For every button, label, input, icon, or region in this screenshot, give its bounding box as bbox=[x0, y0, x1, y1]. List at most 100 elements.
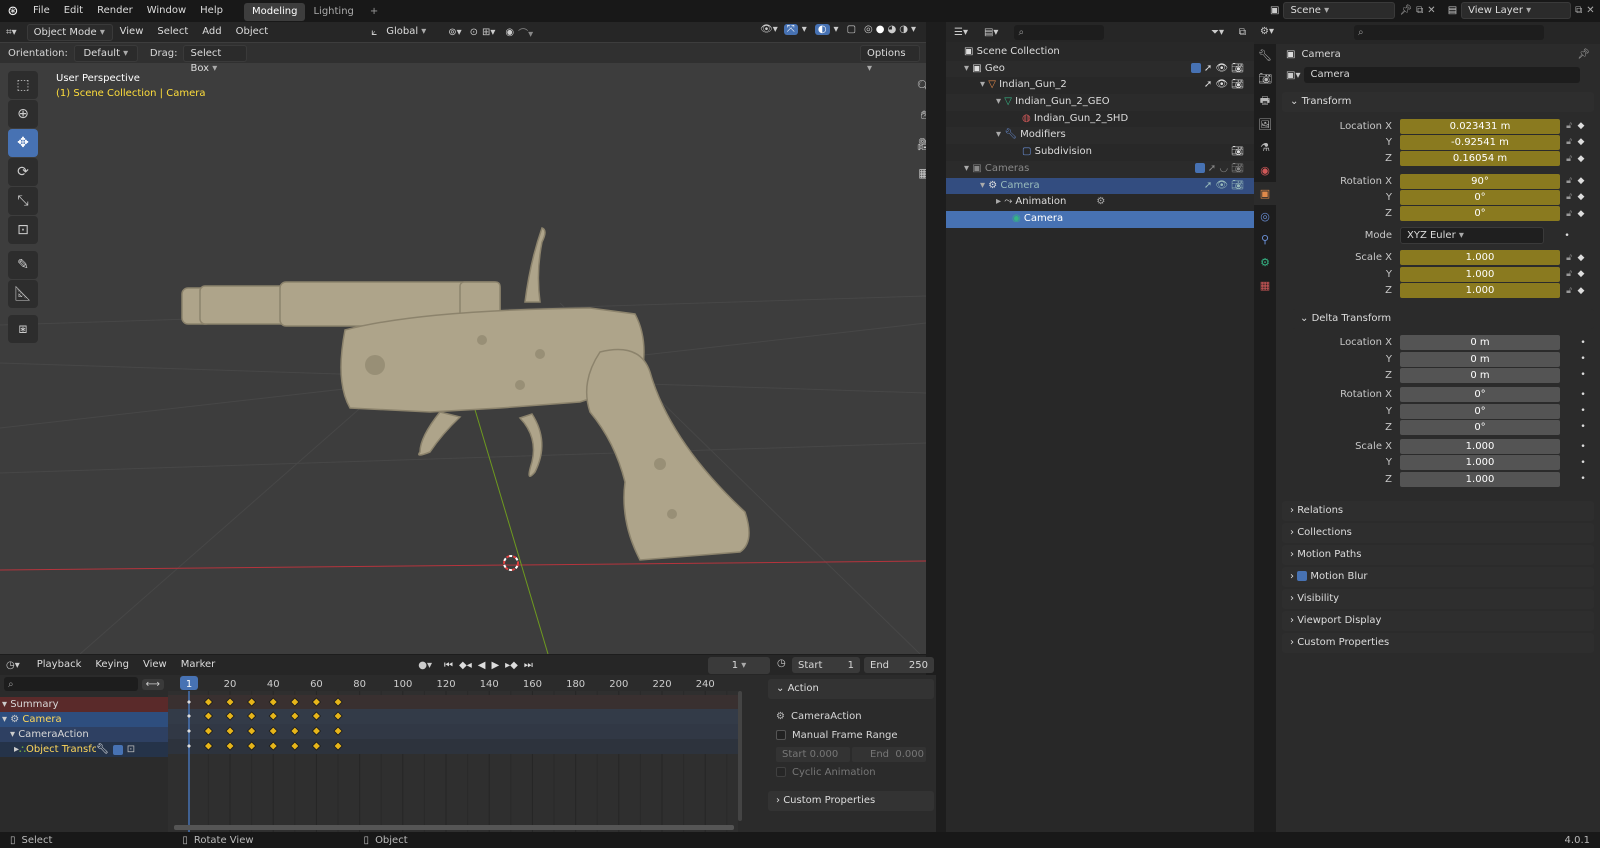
delta-scale-z-field[interactable]: 1.000 bbox=[1400, 471, 1560, 487]
delta-scale-x-field[interactable]: 1.000 bbox=[1400, 439, 1560, 455]
lock-icon[interactable]: 🔓︎ bbox=[1562, 137, 1576, 147]
gizmo-dropdown-icon[interactable]: ▾ bbox=[802, 24, 807, 35]
action-panel-header[interactable]: ⌄ Action bbox=[768, 679, 934, 699]
menu-timeline-view[interactable]: View bbox=[136, 654, 174, 676]
collapse-icon[interactable]: ▾ bbox=[980, 180, 988, 191]
annotate-tool-icon[interactable]: ✎ bbox=[8, 251, 38, 279]
collapse-icon[interactable]: ▾ bbox=[2, 699, 10, 710]
scene-selector[interactable]: Scene bbox=[1283, 2, 1396, 19]
camera-data-tab-icon[interactable]: ⚙︎ bbox=[1254, 251, 1276, 274]
overlays-icon[interactable]: ◐ bbox=[814, 24, 830, 35]
view-layer-tab-icon[interactable]: 🖼︎ bbox=[1254, 113, 1276, 136]
lock-icon[interactable]: 🔓︎ bbox=[1562, 176, 1576, 186]
properties-search-input[interactable]: ⌕ bbox=[1354, 25, 1544, 40]
collapse-icon[interactable]: ▾ bbox=[996, 96, 1004, 107]
collapse-icon[interactable]: ▾ bbox=[10, 729, 18, 740]
channel-enable-checkbox[interactable] bbox=[112, 744, 123, 755]
delta-transform-panel-header[interactable]: ⌄ Delta Transform bbox=[1292, 308, 1594, 329]
action-name[interactable]: CameraAction bbox=[791, 711, 862, 722]
tool-tab-icon[interactable]: 🔧︎ bbox=[1254, 44, 1276, 67]
keyframe-icon[interactable]: ◆ bbox=[1576, 192, 1586, 202]
scene-tab-icon[interactable]: ⚗ bbox=[1254, 136, 1276, 159]
texture-tab-icon[interactable]: ▦ bbox=[1254, 274, 1276, 297]
outliner-row-indian-gun[interactable]: ▾ ▽ Indian_Gun_2 ➚ 👁︎ 📷︎ bbox=[946, 77, 1254, 94]
lock-icon[interactable]: 🔓︎ bbox=[1562, 209, 1576, 219]
jump-end-icon[interactable]: ⏭ bbox=[524, 660, 533, 671]
physics-tab-icon[interactable]: ◎ bbox=[1254, 205, 1276, 228]
lock-icon[interactable]: 🔓︎ bbox=[1562, 192, 1576, 202]
outliner-row-camera-data[interactable]: ◉ Camera bbox=[946, 210, 1254, 228]
overlays-dropdown-icon[interactable]: ▾ bbox=[834, 24, 839, 35]
xray-icon[interactable]: ▢ bbox=[847, 24, 856, 35]
drag-selector[interactable]: Select Box bbox=[183, 44, 248, 74]
motion-paths-panel-header[interactable]: › Motion Paths bbox=[1282, 545, 1594, 566]
lock-icon[interactable]: 🔓︎ bbox=[1562, 286, 1576, 296]
eye-icon[interactable]: 👁︎ bbox=[1215, 79, 1228, 90]
keyframe-icon[interactable]: ◆ bbox=[1576, 209, 1586, 219]
menu-window[interactable]: Window bbox=[140, 0, 193, 22]
lock-icon[interactable]: 🔓︎ bbox=[1562, 121, 1576, 131]
tab-lighting[interactable]: Lighting bbox=[305, 3, 361, 21]
select-toggle-icon[interactable]: ➚ bbox=[1204, 63, 1212, 74]
exclude-checkbox[interactable] bbox=[1190, 62, 1201, 73]
outliner-editor-icon[interactable]: ☰▾ bbox=[954, 27, 968, 38]
falloff-icon[interactable]: ⌒▾ bbox=[518, 25, 533, 40]
lock-icon[interactable]: 🔓︎ bbox=[1562, 253, 1576, 263]
keyframe-dot-icon[interactable]: • bbox=[1578, 458, 1588, 468]
channel-object-transforms[interactable]: ▸ ⛬ Object Transforms 🔧︎ ⊡ bbox=[0, 742, 168, 757]
object-name-field[interactable]: Camera bbox=[1304, 67, 1581, 83]
wireframe-shading-icon[interactable]: ◎ bbox=[864, 24, 873, 35]
channel-camera[interactable]: ▾ ⚙︎ Camera bbox=[0, 712, 168, 727]
keyframe-dot-icon[interactable]: • bbox=[1578, 354, 1588, 364]
blender-logo-icon[interactable]: ⊛ bbox=[0, 4, 26, 19]
transform-tool-icon[interactable]: ⊡ bbox=[8, 216, 38, 244]
lock-icon[interactable]: 🔓︎ bbox=[1562, 269, 1576, 279]
rotation-z-field[interactable]: 0° bbox=[1400, 206, 1560, 222]
object-type-icon[interactable]: ▣▾ bbox=[1286, 70, 1300, 81]
new-view-layer-icon[interactable]: ⧉ bbox=[1575, 5, 1582, 16]
location-y-field[interactable]: -0.92541 m bbox=[1400, 134, 1560, 150]
properties-editor[interactable]: ▣ Camera 📌︎ ▣▾ Camera ⌄ Transform Locati… bbox=[1276, 44, 1600, 832]
filter-toggle-icon[interactable]: ⟷ bbox=[141, 678, 164, 690]
zoom-icon[interactable]: 🔍︎ bbox=[912, 74, 926, 98]
lock-icon[interactable]: ⊡ bbox=[127, 742, 135, 757]
collapse-icon[interactable]: ▾ bbox=[996, 129, 1004, 140]
select-box-tool-icon[interactable]: ⬚ bbox=[8, 71, 38, 99]
outliner-row-camera-object[interactable]: ▾ ⚙︎ Camera ➚ 👁︎ 📷︎ bbox=[946, 177, 1254, 195]
solid-shading-icon[interactable]: ● bbox=[876, 24, 885, 35]
outliner-row-gun-geo[interactable]: ▾ ▽ Indian_Gun_2_GEO bbox=[946, 94, 1254, 111]
relations-panel-header[interactable]: › Relations bbox=[1282, 501, 1594, 522]
scale-z-field[interactable]: 1.000 bbox=[1400, 283, 1560, 299]
visibility-panel-header[interactable]: › Visibility bbox=[1282, 589, 1594, 610]
rotation-mode-selector[interactable]: XYZ Euler bbox=[1400, 227, 1544, 245]
proportional-edit-icon[interactable]: ◉ bbox=[505, 27, 514, 38]
keyframe-icon[interactable]: ◆ bbox=[1576, 137, 1586, 147]
pin-icon[interactable]: 📌︎ bbox=[1577, 49, 1590, 60]
menu-file[interactable]: File bbox=[26, 0, 57, 22]
scale-tool-icon[interactable]: ⤡ bbox=[8, 187, 38, 215]
outliner-row-subdivision[interactable]: ▢ Subdivision 📷︎ bbox=[946, 144, 1254, 161]
mode-selector[interactable]: Object Mode bbox=[26, 23, 113, 41]
delete-view-layer-icon[interactable]: ✕ bbox=[1586, 5, 1594, 16]
menu-view[interactable]: View bbox=[113, 22, 151, 43]
options-button[interactable]: Options bbox=[860, 45, 920, 62]
next-keyframe-icon[interactable]: ▸◆ bbox=[505, 660, 518, 671]
outliner-search-input[interactable]: ⌕ bbox=[1014, 24, 1105, 40]
visibility-icon[interactable]: 👁︎▾ bbox=[760, 24, 778, 35]
collapse-icon[interactable]: ▾ bbox=[964, 163, 972, 174]
tab-modeling[interactable]: Modeling bbox=[243, 3, 306, 21]
render-icon[interactable]: 📷︎ bbox=[1231, 180, 1244, 191]
prev-keyframe-icon[interactable]: ◆◂ bbox=[459, 660, 472, 671]
world-tab-icon[interactable]: ◉ bbox=[1254, 159, 1276, 182]
delta-rotation-y-field[interactable]: 0° bbox=[1400, 403, 1560, 419]
render-icon[interactable]: 📷︎ bbox=[1231, 163, 1244, 174]
add-cube-tool-icon[interactable]: ⧆ bbox=[8, 315, 38, 343]
keyframe-icon[interactable]: ◆ bbox=[1576, 253, 1586, 263]
wrench-icon[interactable]: 🔧︎ bbox=[96, 742, 109, 757]
keyframe-icon[interactable]: ◆ bbox=[1576, 121, 1586, 131]
keyframe-dot-icon[interactable]: • bbox=[1578, 474, 1588, 484]
delta-location-y-field[interactable]: 0 m bbox=[1400, 351, 1560, 367]
delta-scale-y-field[interactable]: 1.000 bbox=[1400, 455, 1560, 471]
transform-panel-header[interactable]: ⌄ Transform bbox=[1282, 92, 1594, 112]
outliner-row-cameras[interactable]: ▾ ▣ Cameras ➚ ◡ 📷︎ bbox=[946, 160, 1254, 178]
